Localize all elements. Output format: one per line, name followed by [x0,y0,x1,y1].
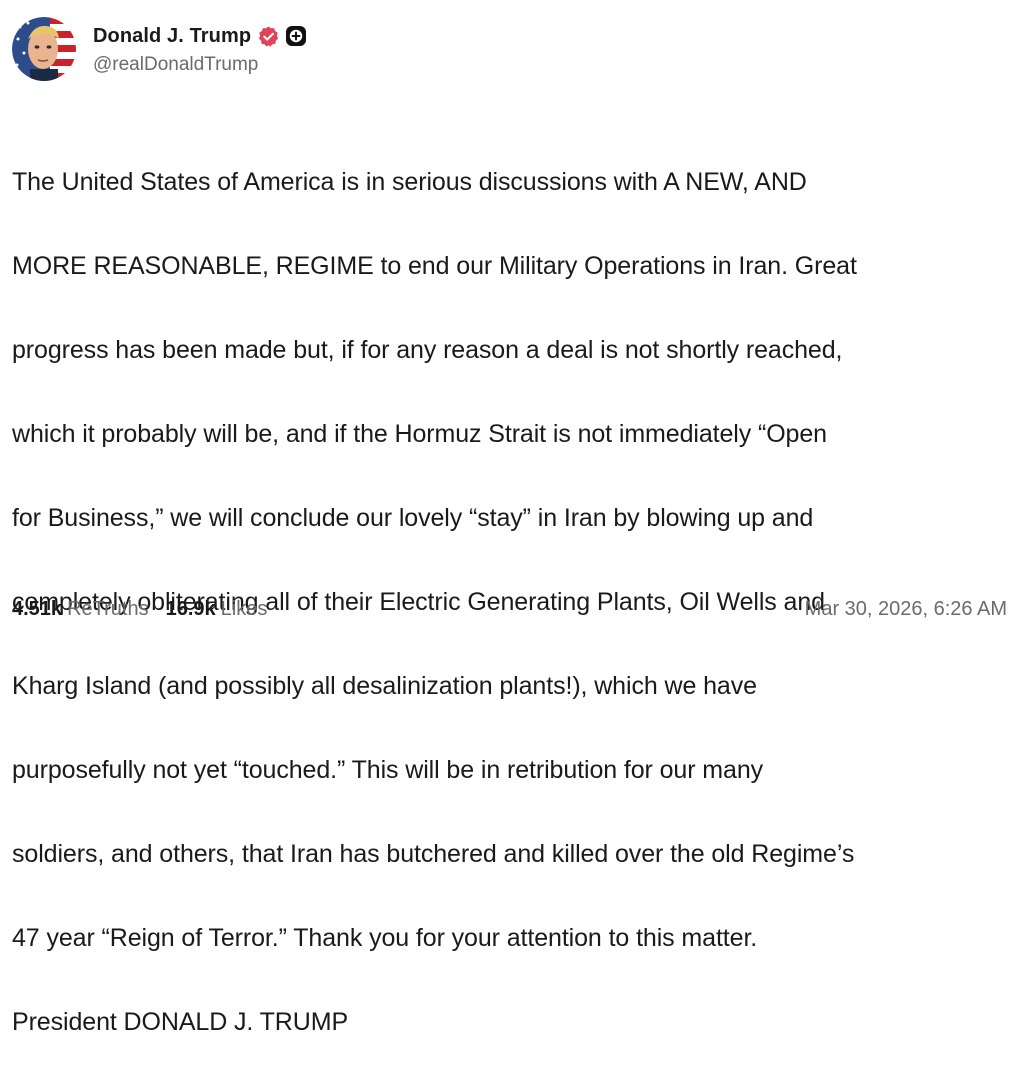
truth-post: Donald J. Trump @realDonaldTrump The Uni… [0,0,1023,1036]
post-line: for Business,” we will conclude our love… [12,504,814,532]
plus-badge-icon [286,26,307,46]
post-line: purposefully not yet “touched.” This wil… [12,756,764,784]
verified-badge-icon [259,25,279,47]
author-display-name[interactable]: Donald J. Trump [93,25,251,48]
author-handle[interactable]: @realDonaldTrump [93,54,307,76]
likes-label: Likes [220,597,268,620]
post-timestamp[interactable]: Mar 30, 2026, 6:26 AM [805,598,1007,621]
retruths-label: ReTruths [67,597,149,620]
retruths-count: 4.51k [12,597,63,620]
post-line: soldiers, and others, that Iran has butc… [12,840,855,868]
author-avatar[interactable] [12,17,76,81]
post-line: 47 year “Reign of Terror.” Thank you for… [12,924,758,952]
post-line: which it probably will be, and if the Ho… [12,420,827,448]
post-line: progress has been made but, if for any r… [12,336,843,364]
post-header: Donald J. Trump @realDonaldTrump [12,16,307,82]
post-line: MORE REASONABLE, REGIME to end our Milit… [12,252,857,280]
likes-stat[interactable]: 16.9k Likes [166,598,268,621]
avatar-icon [12,17,76,81]
post-line: Kharg Island (and possibly all desaliniz… [12,672,757,700]
author-identity: Donald J. Trump @realDonaldTrump [93,22,307,76]
retruths-stat[interactable]: 4.51k ReTruths [12,598,149,621]
author-name-row: Donald J. Trump [93,22,307,50]
post-footer: 4.51k ReTruths 16.9k Likes Mar 30, 2026,… [12,592,1007,626]
post-line: President DONALD J. TRUMP [12,1008,349,1036]
post-line: The United States of America is in serio… [12,168,807,196]
likes-count: 16.9k [165,597,216,620]
